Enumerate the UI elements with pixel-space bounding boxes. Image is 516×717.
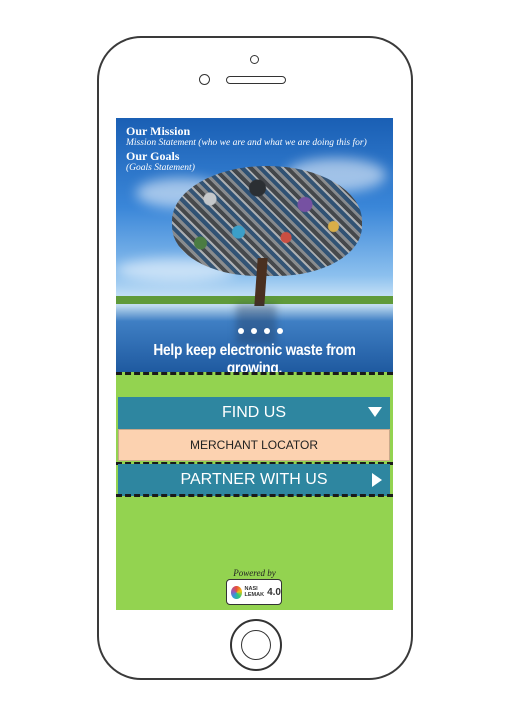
partner-with-us-label: PARTNER WITH US <box>180 471 328 488</box>
logo-text: NASI LEMAK <box>245 586 265 598</box>
chevron-down-icon <box>368 407 382 417</box>
front-camera-icon <box>199 74 210 85</box>
chevron-right-icon <box>372 473 382 487</box>
home-button[interactable] <box>230 619 282 671</box>
hero-tagline: Help keep electronic waste from growing. <box>153 342 356 372</box>
mission-heading: Our Mission <box>126 124 191 138</box>
carousel-dot[interactable] <box>238 328 244 334</box>
app-screen: Our Mission Mission Statement (who we ar… <box>116 118 393 610</box>
carousel-dot[interactable] <box>251 328 257 334</box>
divider <box>116 372 393 375</box>
partner-with-us-button[interactable]: PARTNER WITH US <box>118 464 390 496</box>
carousel-indicator <box>238 328 283 334</box>
logo-version: 4.0 <box>267 586 281 598</box>
hero-text-block: Our Mission Mission Statement (who we ar… <box>126 124 376 174</box>
find-us-label: FIND US <box>222 404 286 421</box>
merchant-locator-button[interactable]: MERCHANT LOCATOR <box>118 429 390 461</box>
goals-text: (Goals Statement) <box>126 163 195 173</box>
logo-circle-icon <box>231 585 242 599</box>
goals-heading: Our Goals <box>126 149 180 163</box>
logo-line2: LEMAK <box>244 592 265 598</box>
merchant-locator-label: MERCHANT LOCATOR <box>189 438 318 452</box>
carousel-dot[interactable] <box>264 328 270 334</box>
hero-banner: Our Mission Mission Statement (who we ar… <box>116 118 393 372</box>
powered-by-label: Powered by <box>233 568 276 578</box>
mission-text: Mission Statement (who we are and what w… <box>126 138 367 148</box>
find-us-button[interactable]: FIND US <box>118 397 390 429</box>
carousel-dot[interactable] <box>277 328 283 334</box>
nasi-lemak-logo[interactable]: NASI LEMAK 4.0 <box>226 579 282 605</box>
divider <box>116 494 393 497</box>
front-sensor-icon <box>250 55 259 64</box>
water-reflection <box>236 304 276 344</box>
earpiece-speaker <box>226 76 286 84</box>
